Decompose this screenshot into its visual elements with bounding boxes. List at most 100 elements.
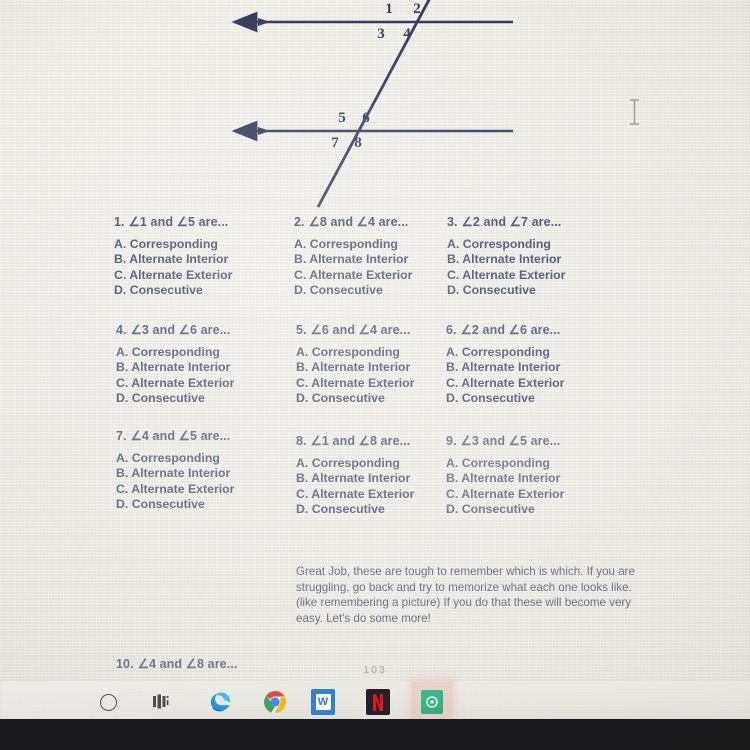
question-9-title: 9. ∠3 and ∠5 are... xyxy=(446,433,564,448)
bottom-parallel-mark-second-arrow xyxy=(258,127,270,135)
question-2-title: 2. ∠8 and ∠4 are... xyxy=(294,214,412,229)
monitor-photo-screen: 1 2 3 4 5 6 7 8 1. ∠1 and ∠5 are... A. Co… xyxy=(0,0,750,750)
choice-c[interactable]: C. Alternate Exterior xyxy=(116,482,234,497)
choice-c[interactable]: C. Alternate Exterior xyxy=(446,487,564,502)
choice-b[interactable]: B. Alternate Interior xyxy=(446,360,564,375)
choice-d[interactable]: D. Consecutive xyxy=(446,502,564,517)
choice-d[interactable]: D. Consecutive xyxy=(296,502,414,517)
microsoft-word-icon[interactable]: W xyxy=(303,681,343,723)
question-6-title: 6. ∠2 and ∠6 are... xyxy=(446,322,564,337)
i-beam-text-cursor xyxy=(630,99,639,125)
angle-label-2: 2 xyxy=(413,1,421,17)
question-1-number: 1. xyxy=(114,215,125,229)
choice-b[interactable]: B. Alternate Interior xyxy=(447,252,565,267)
question-8-choices: A. Corresponding B. Alternate Interior C… xyxy=(296,456,414,518)
question-8-title: 8. ∠1 and ∠8 are... xyxy=(296,433,414,448)
question-7-title: 7. ∠4 and ∠5 are... xyxy=(116,428,234,443)
question-5-prompt: ∠6 and ∠4 are... xyxy=(310,323,411,337)
question-9-prompt: ∠3 and ∠5 are... xyxy=(460,434,561,448)
question-2-prompt: ∠8 and ∠4 are... xyxy=(308,215,409,229)
question-7-choices: A. Corresponding B. Alternate Interior C… xyxy=(116,451,234,513)
choice-d[interactable]: D. Consecutive xyxy=(294,283,412,298)
question-7-number: 7. xyxy=(116,429,127,443)
choice-b[interactable]: B. Alternate Interior xyxy=(116,360,234,375)
choice-b[interactable]: B. Alternate Interior xyxy=(446,471,564,486)
question-6: 6. ∠2 and ∠6 are... A. Corresponding B. A… xyxy=(446,322,564,407)
choice-a[interactable]: A. Corresponding xyxy=(116,345,234,360)
transversal-line xyxy=(316,0,431,208)
choice-b[interactable]: B. Alternate Interior xyxy=(116,466,234,481)
cortana-search-icon[interactable] xyxy=(88,681,128,723)
question-1-title: 1. ∠1 and ∠5 are... xyxy=(114,214,232,229)
question-5-number: 5. xyxy=(296,323,307,337)
closing-note: Great Job, these are tough to remember w… xyxy=(296,565,635,625)
question-7-prompt: ∠4 and ∠5 are... xyxy=(130,429,231,443)
page-number: 103 xyxy=(363,664,387,676)
choice-c[interactable]: C. Alternate Exterior xyxy=(116,376,234,391)
choice-a[interactable]: A. Corresponding xyxy=(446,345,564,360)
question-row-3: 7. ∠4 and ∠5 are... A. Corresponding B. A… xyxy=(0,420,750,528)
choice-b[interactable]: B. Alternate Interior xyxy=(296,471,414,486)
choice-b[interactable]: B. Alternate Interior xyxy=(294,252,412,267)
question-row-2: 4. ∠3 and ∠6 are... A. Corresponding B. A… xyxy=(0,314,750,420)
question-5: 5. ∠6 and ∠4 are... A. Corresponding B. A… xyxy=(296,322,414,407)
choice-d[interactable]: D. Consecutive xyxy=(446,391,564,406)
angle-label-5: 5 xyxy=(338,110,346,126)
top-parallel-mark-second-arrow xyxy=(258,18,270,26)
question-6-prompt: ∠2 and ∠6 are... xyxy=(460,323,561,337)
choice-a[interactable]: A. Corresponding xyxy=(296,456,414,471)
netflix-icon[interactable] xyxy=(358,681,398,723)
angle-label-8: 8 xyxy=(354,135,362,151)
angle-label-7: 7 xyxy=(331,135,339,151)
angle-label-1: 1 xyxy=(385,1,393,17)
worksheet-questions: 1. ∠1 and ∠5 are... A. Corresponding B. A… xyxy=(0,206,750,739)
question-1-choices: A. Corresponding B. Alternate Interior C… xyxy=(114,237,232,299)
green-app-icon[interactable] xyxy=(412,681,452,723)
choice-a[interactable]: A. Corresponding xyxy=(447,237,565,252)
question-2-choices: A. Corresponding B. Alternate Interior C… xyxy=(294,237,412,299)
choice-c[interactable]: C. Alternate Exterior xyxy=(114,268,232,283)
google-chrome-icon[interactable] xyxy=(255,681,295,723)
choice-d[interactable]: D. Consecutive xyxy=(296,391,414,406)
question-5-choices: A. Corresponding B. Alternate Interior C… xyxy=(296,345,414,407)
choice-b[interactable]: B. Alternate Interior xyxy=(296,360,414,375)
microsoft-edge-icon[interactable] xyxy=(200,681,240,723)
question-4-choices: A. Corresponding B. Alternate Interior C… xyxy=(116,345,234,407)
question-9: 9. ∠3 and ∠5 are... A. Corresponding B. A… xyxy=(446,433,564,518)
question-row-1: 1. ∠1 and ∠5 are... A. Corresponding B. A… xyxy=(0,206,750,314)
choice-a[interactable]: A. Corresponding xyxy=(294,237,412,252)
choice-d[interactable]: D. Consecutive xyxy=(447,283,565,298)
angle-label-3: 3 xyxy=(377,26,385,42)
question-3-number: 3. xyxy=(447,215,458,229)
question-9-number: 9. xyxy=(446,434,457,448)
question-3-prompt: ∠2 and ∠7 are... xyxy=(461,215,562,229)
question-4-prompt: ∠3 and ∠6 are... xyxy=(130,323,231,337)
question-6-number: 6. xyxy=(446,323,457,337)
question-4: 4. ∠3 and ∠6 are... A. Corresponding B. A… xyxy=(116,322,234,407)
choice-a[interactable]: A. Corresponding xyxy=(114,237,232,252)
question-2-number: 2. xyxy=(294,215,305,229)
choice-c[interactable]: C. Alternate Exterior xyxy=(446,376,564,391)
question-4-number: 4. xyxy=(116,323,127,337)
choice-d[interactable]: D. Consecutive xyxy=(116,497,234,512)
question-7: 7. ∠4 and ∠5 are... A. Corresponding B. A… xyxy=(116,428,234,513)
choice-a[interactable]: A. Corresponding xyxy=(116,451,234,466)
task-view-icon[interactable] xyxy=(141,681,181,723)
question-8-number: 8. xyxy=(296,434,307,448)
question-3-title: 3. ∠2 and ∠7 are... xyxy=(447,214,565,229)
choice-c[interactable]: C. Alternate Exterior xyxy=(296,487,414,502)
question-3: 3. ∠2 and ∠7 are... A. Corresponding B. A… xyxy=(447,214,565,299)
question-9-choices: A. Corresponding B. Alternate Interior C… xyxy=(446,456,564,518)
choice-c[interactable]: C. Alternate Exterior xyxy=(447,268,565,283)
choice-d[interactable]: D. Consecutive xyxy=(116,391,234,406)
choice-d[interactable]: D. Consecutive xyxy=(114,283,232,298)
choice-c[interactable]: C. Alternate Exterior xyxy=(296,376,414,391)
choice-a[interactable]: A. Corresponding xyxy=(446,456,564,471)
question-3-choices: A. Corresponding B. Alternate Interior C… xyxy=(447,237,565,299)
angle-label-6: 6 xyxy=(362,110,370,126)
choice-b[interactable]: B. Alternate Interior xyxy=(114,252,232,267)
question-8: 8. ∠1 and ∠8 are... A. Corresponding B. A… xyxy=(296,433,414,518)
desk-black-band xyxy=(0,719,750,750)
choice-c[interactable]: C. Alternate Exterior xyxy=(294,268,412,283)
choice-a[interactable]: A. Corresponding xyxy=(296,345,414,360)
